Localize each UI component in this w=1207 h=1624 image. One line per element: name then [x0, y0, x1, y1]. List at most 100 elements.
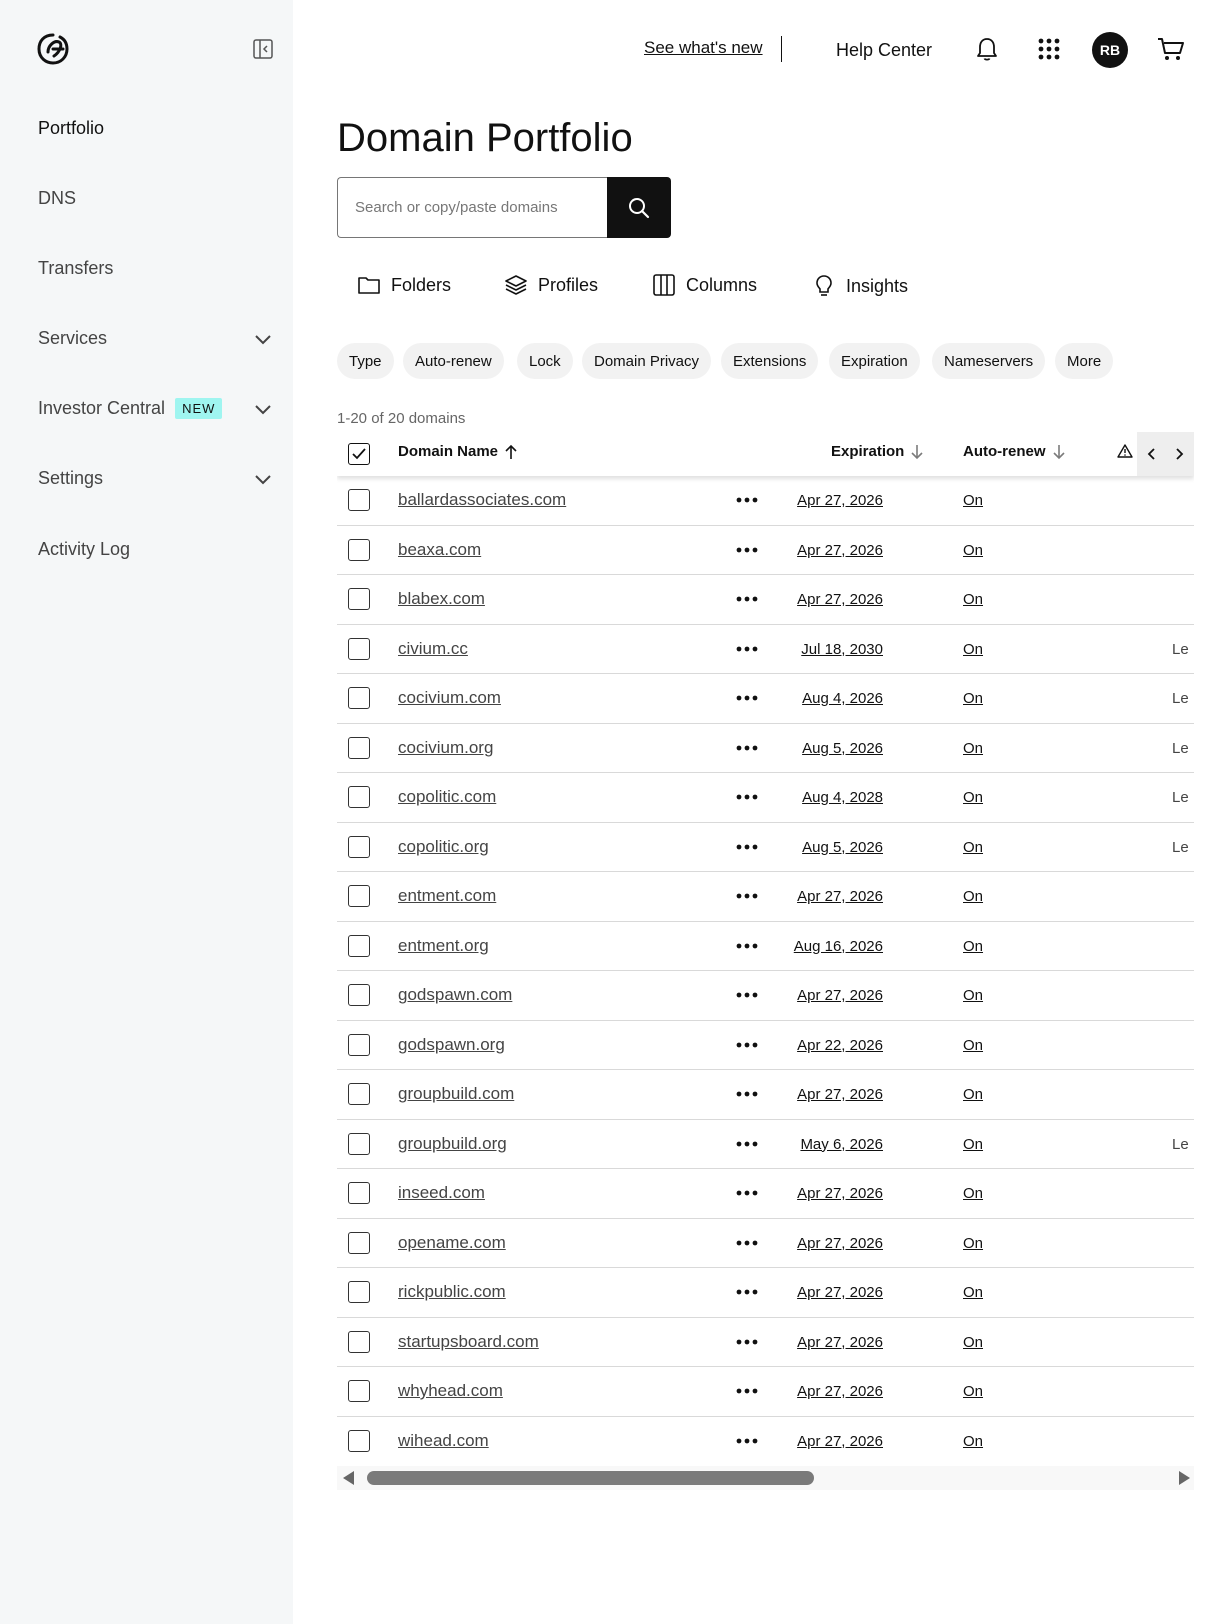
filter-chip-auto-renew[interactable]: Auto-renew — [403, 343, 504, 379]
table-row[interactable]: godspawn.com Apr 27, 2026 On — [337, 971, 1194, 1021]
bell-icon[interactable] — [975, 36, 999, 62]
cart-icon[interactable] — [1157, 36, 1185, 62]
insights-button[interactable]: Insights — [812, 274, 908, 298]
sidebar-item-activity-log[interactable]: Activity Log — [38, 539, 130, 560]
domain-name-link[interactable]: wihead.com — [398, 1431, 489, 1451]
table-row[interactable]: entment.com Apr 27, 2026 On — [337, 872, 1194, 922]
filter-chip-type[interactable]: Type — [337, 343, 394, 379]
table-row[interactable]: startupsboard.com Apr 27, 2026 On — [337, 1318, 1194, 1367]
more-horizontal-icon[interactable] — [736, 639, 758, 659]
auto-renew-link[interactable]: On — [963, 839, 983, 856]
more-horizontal-icon[interactable] — [736, 1282, 758, 1302]
auto-renew-link[interactable]: On — [963, 1284, 983, 1301]
expiration-date-link[interactable]: Apr 27, 2026 — [797, 1235, 883, 1252]
filter-chip-extensions[interactable]: Extensions — [721, 343, 819, 379]
table-row[interactable]: ballardassociates.com Apr 27, 2026 On — [337, 476, 1194, 526]
auto-renew-link[interactable]: On — [963, 1235, 983, 1252]
more-horizontal-icon[interactable] — [736, 1183, 758, 1203]
row-checkbox[interactable] — [348, 835, 370, 858]
sidebar-item-services[interactable]: Services — [38, 328, 107, 349]
row-checkbox[interactable] — [348, 1033, 370, 1056]
more-horizontal-icon[interactable] — [736, 738, 758, 758]
auto-renew-link[interactable]: On — [963, 1037, 983, 1054]
apps-grid-icon[interactable] — [1038, 38, 1060, 60]
domain-name-link[interactable]: rickpublic.com — [398, 1282, 506, 1302]
profiles-button[interactable]: Profiles — [504, 274, 598, 296]
more-horizontal-icon[interactable] — [736, 936, 758, 956]
select-all-checkbox[interactable] — [348, 443, 370, 465]
expiration-date-link[interactable]: Aug 4, 2028 — [802, 789, 883, 806]
auto-renew-link[interactable]: On — [963, 987, 983, 1004]
auto-renew-link[interactable]: On — [963, 1086, 983, 1103]
domain-name-link[interactable]: groupbuild.com — [398, 1084, 514, 1104]
expiration-date-link[interactable]: Apr 27, 2026 — [797, 542, 883, 559]
more-horizontal-icon[interactable] — [736, 985, 758, 1005]
column-header-expiration[interactable]: Expiration — [831, 443, 924, 460]
table-row[interactable]: inseed.com Apr 27, 2026 On — [337, 1169, 1194, 1219]
domain-name-link[interactable]: startupsboard.com — [398, 1332, 539, 1352]
domain-name-link[interactable]: entment.org — [398, 936, 489, 956]
scroll-left-button[interactable] — [1146, 447, 1156, 461]
auto-renew-link[interactable]: On — [963, 1185, 983, 1202]
expiration-date-link[interactable]: Apr 27, 2026 — [797, 1185, 883, 1202]
more-horizontal-icon[interactable] — [736, 1381, 758, 1401]
auto-renew-link[interactable]: On — [963, 1334, 983, 1351]
avatar[interactable]: RB — [1092, 32, 1128, 68]
sidebar-item-investor-central[interactable]: Investor Central NEW — [38, 398, 223, 419]
table-row[interactable]: groupbuild.org May 6, 2026 On Le — [337, 1120, 1194, 1169]
more-horizontal-icon[interactable] — [736, 1431, 758, 1451]
sidebar-item-dns[interactable]: DNS — [38, 188, 76, 209]
more-horizontal-icon[interactable] — [736, 787, 758, 807]
expiration-date-link[interactable]: Apr 27, 2026 — [797, 1433, 883, 1450]
search-button[interactable] — [607, 177, 671, 238]
row-checkbox[interactable] — [348, 934, 370, 957]
more-horizontal-icon[interactable] — [736, 589, 758, 609]
auto-renew-link[interactable]: On — [963, 542, 983, 559]
auto-renew-link[interactable]: On — [963, 641, 983, 658]
auto-renew-link[interactable]: On — [963, 591, 983, 608]
domain-name-link[interactable]: godspawn.org — [398, 1035, 505, 1055]
domain-name-link[interactable]: inseed.com — [398, 1183, 485, 1203]
column-header-auto-renew[interactable]: Auto-renew — [963, 443, 1066, 460]
row-checkbox[interactable] — [348, 1231, 370, 1254]
auto-renew-link[interactable]: On — [963, 888, 983, 905]
row-checkbox[interactable] — [348, 1182, 370, 1204]
scrollbar-left-arrow[interactable] — [343, 1471, 354, 1485]
more-horizontal-icon[interactable] — [736, 1134, 758, 1154]
row-checkbox[interactable] — [348, 1380, 370, 1402]
table-row[interactable]: whyhead.com Apr 27, 2026 On — [337, 1367, 1194, 1417]
domain-name-link[interactable]: copolitic.com — [398, 787, 496, 807]
row-checkbox[interactable] — [348, 1132, 370, 1155]
domain-name-link[interactable]: opename.com — [398, 1233, 506, 1253]
row-checkbox[interactable] — [348, 588, 370, 610]
row-checkbox[interactable] — [348, 984, 370, 1006]
sidebar-item-settings[interactable]: Settings — [38, 468, 103, 489]
scroll-right-button[interactable] — [1175, 447, 1185, 461]
row-checkbox[interactable] — [348, 786, 370, 808]
sidebar-item-portfolio[interactable]: Portfolio — [38, 118, 104, 139]
help-center-link[interactable]: Help Center — [836, 40, 932, 61]
table-row[interactable]: opename.com Apr 27, 2026 On — [337, 1219, 1194, 1268]
more-horizontal-icon[interactable] — [736, 1233, 758, 1253]
more-horizontal-icon[interactable] — [736, 1035, 758, 1055]
more-horizontal-icon[interactable] — [736, 1332, 758, 1352]
auto-renew-link[interactable]: On — [963, 492, 983, 509]
table-row[interactable]: copolitic.com Aug 4, 2028 On Le — [337, 773, 1194, 823]
expiration-date-link[interactable]: Aug 5, 2026 — [802, 839, 883, 856]
folders-button[interactable]: Folders — [357, 274, 451, 296]
auto-renew-link[interactable]: On — [963, 1136, 983, 1153]
more-horizontal-icon[interactable] — [736, 490, 758, 510]
columns-button[interactable]: Columns — [652, 274, 757, 296]
auto-renew-link[interactable]: On — [963, 740, 983, 757]
chevron-down-icon[interactable] — [254, 334, 272, 346]
search-input[interactable] — [338, 178, 607, 237]
domain-name-link[interactable]: godspawn.com — [398, 985, 512, 1005]
expiration-date-link[interactable]: Apr 27, 2026 — [797, 987, 883, 1004]
filter-chip-nameservers[interactable]: Nameservers — [932, 343, 1046, 379]
domain-name-link[interactable]: cocivium.org — [398, 738, 493, 758]
expiration-date-link[interactable]: Apr 27, 2026 — [797, 1284, 883, 1301]
row-checkbox[interactable] — [348, 1330, 370, 1353]
more-horizontal-icon[interactable] — [736, 688, 758, 708]
sidebar-item-transfers[interactable]: Transfers — [38, 258, 113, 279]
expiration-date-link[interactable]: Aug 5, 2026 — [802, 740, 883, 757]
